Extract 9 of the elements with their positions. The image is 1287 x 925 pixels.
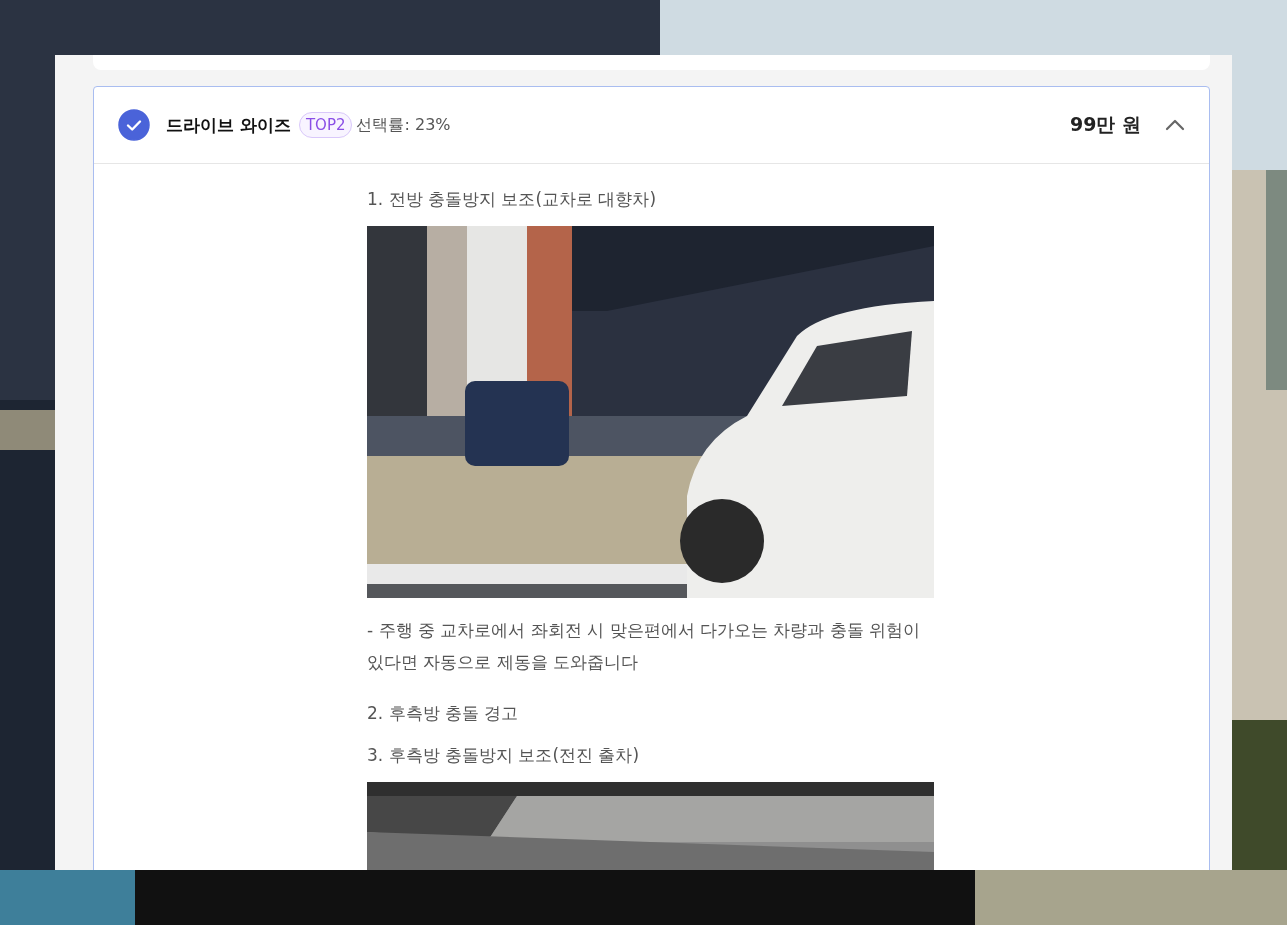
selection-rate: 선택률: 23% xyxy=(356,114,451,136)
feature-heading: 1. 전방 충돌방지 보조(교차로 대향차) xyxy=(367,188,658,211)
option-price: 99만 원 xyxy=(1069,112,1141,137)
option-name: 드라이브 와이즈 xyxy=(166,113,291,137)
feature-heading: 2. 후측방 충돌 경고 xyxy=(367,702,520,725)
rank-badge: TOP2 xyxy=(298,112,353,138)
feature-heading: 3. 후측방 충돌방지 보조(전진 출차) xyxy=(367,744,641,767)
feature-description: - 주행 중 교차로에서 좌회전 시 맞은편에서 다가오는 차량과 충돌 위험이 있다면 자동으로 제동을 도와줍니다 xyxy=(367,619,922,674)
check-icon[interactable] xyxy=(118,109,150,141)
